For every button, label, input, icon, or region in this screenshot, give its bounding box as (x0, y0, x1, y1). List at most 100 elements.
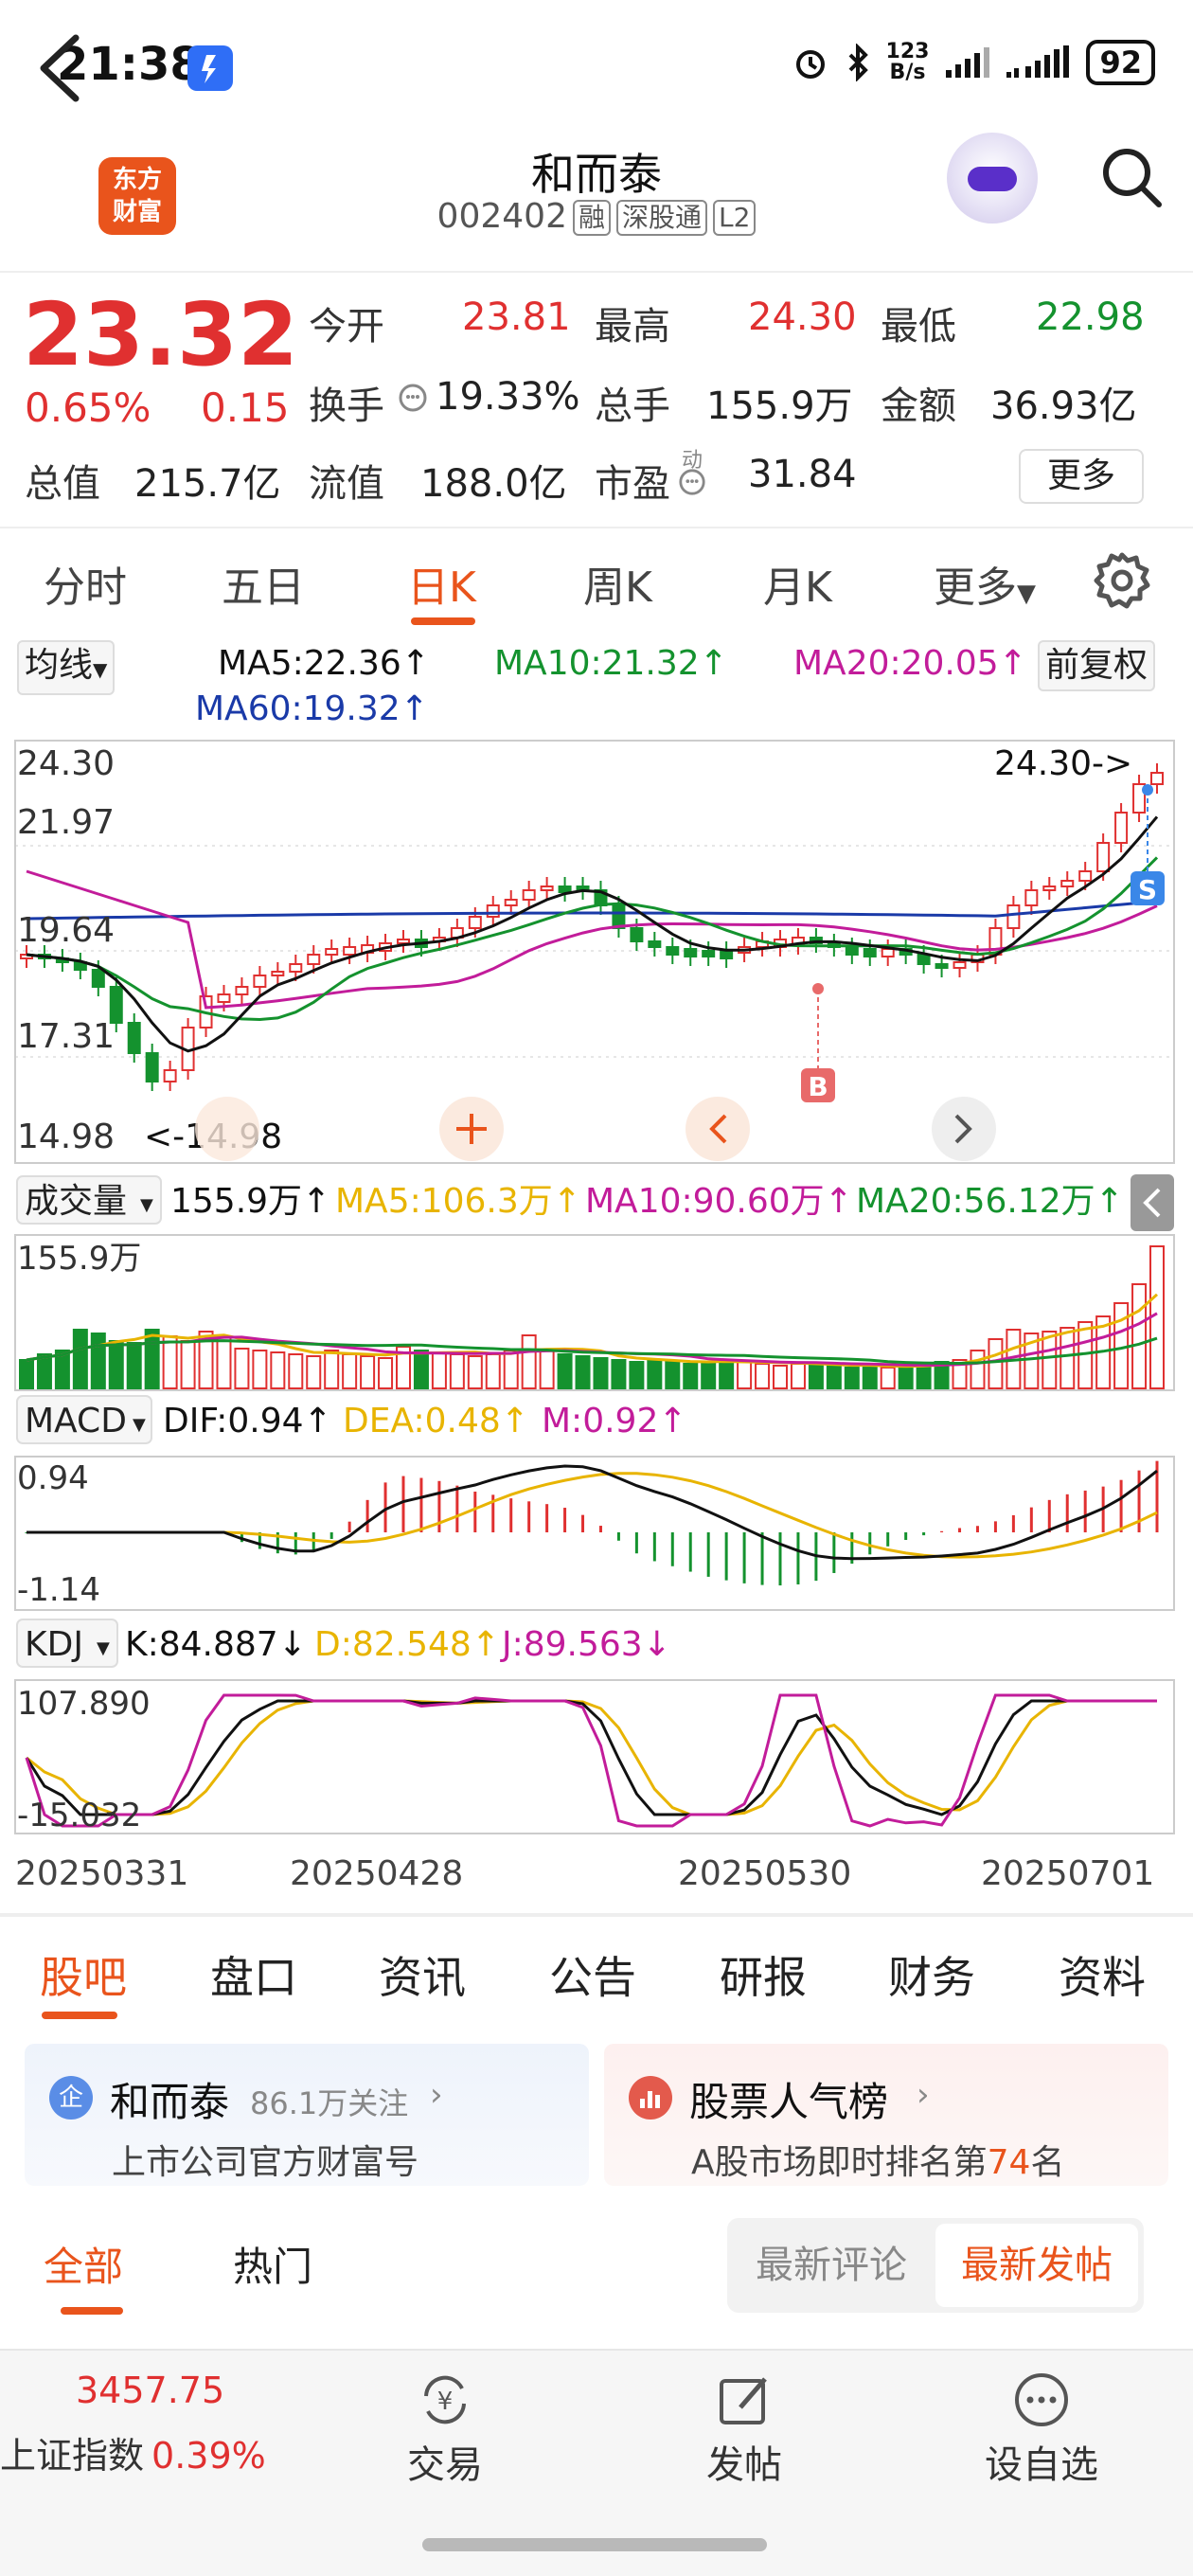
candle (917, 954, 931, 965)
volume-bar (755, 1363, 771, 1389)
macd-axis-min: -1.14 (17, 1571, 100, 1609)
tab-five-day[interactable]: 五日 (222, 553, 305, 614)
high-marker-label: 24.30-> (994, 744, 1132, 783)
volume-bar (647, 1359, 663, 1389)
ma10-value: MA10:21.32↑ (494, 644, 728, 683)
tab-research[interactable]: 研报 (720, 1943, 807, 2006)
kline-chart-panels[interactable]: 24.30 21.97 19.64 17.31 14.98 24.30-> <-… (0, 739, 1193, 1913)
index-value[interactable]: 3457.75 (76, 2370, 224, 2411)
volume-bar (252, 1350, 268, 1389)
active-tab-indicator (411, 617, 475, 625)
tab-intraday[interactable]: 分时 (44, 553, 127, 614)
volume-bar (826, 1365, 842, 1389)
date-label-3: 20250530 (678, 1854, 851, 1893)
tab-monthly-k[interactable]: 月K (763, 553, 832, 614)
low-value: 22.98 (1036, 295, 1145, 339)
price-axis-label-2: 21.97 (17, 803, 115, 842)
candle (1006, 904, 1021, 929)
float-cap-value: 188.0亿 (420, 462, 567, 506)
scroll-right-button[interactable] (932, 1097, 996, 1161)
candle (845, 946, 859, 956)
tab-guba[interactable]: 股吧 (40, 1943, 127, 2006)
candle (343, 946, 357, 956)
tab-daily-k[interactable]: 日K (407, 553, 476, 614)
post-button[interactable]: 发帖 (668, 2370, 820, 2489)
volume-bar (467, 1355, 483, 1389)
home-indicator (422, 2538, 767, 2551)
popularity-ranking-card[interactable]: 股票人气榜 › A股市场即时排名第74名 (604, 2044, 1168, 2186)
volume-bar (808, 1363, 824, 1389)
date-label-1: 20250331 (15, 1854, 188, 1893)
enterprise-badge-icon: 企 (49, 2076, 93, 2120)
price-axis-label-max: 24.30 (17, 744, 115, 783)
tab-weekly-k[interactable]: 周K (583, 553, 652, 614)
candle (1150, 772, 1164, 785)
candle (540, 886, 554, 891)
candle (127, 1022, 141, 1054)
info-smile-icon[interactable] (398, 383, 428, 413)
indicator-selector[interactable]: 均线▼ (17, 640, 116, 695)
volume-bar (970, 1350, 986, 1389)
price-axis-label-3: 19.64 (17, 911, 115, 950)
svg-text:¥: ¥ (437, 2388, 454, 2416)
high-label: 最高 (595, 305, 670, 349)
volume-bar (719, 1359, 735, 1389)
zoom-out-button[interactable] (195, 1097, 259, 1161)
battery-indicator: 92 (1086, 40, 1155, 85)
sort-latest-post[interactable]: 最新发帖 (935, 2224, 1138, 2307)
candle (522, 889, 536, 901)
index-line[interactable]: 上证指数 0.39% (0, 2426, 266, 2478)
company-account-card[interactable]: 企 和而泰 86.1万关注 › 上市公司官方财富号 (25, 2044, 589, 2186)
tab-news[interactable]: 资讯 (379, 1943, 466, 2006)
edit-icon (720, 2377, 767, 2424)
assistant-robot-icon[interactable] (947, 133, 1038, 224)
volume-bar (108, 1340, 124, 1389)
status-icons: 123 B/s 92 (792, 40, 1155, 85)
volume-bar (306, 1355, 322, 1389)
macd-selector-label: MACD (25, 1402, 127, 1440)
ma60-value: MA60:19.32↑ (195, 689, 429, 728)
feed-tab-all[interactable]: 全部 (44, 2235, 123, 2293)
candle (863, 948, 877, 957)
tab-announcements[interactable]: 公告 (549, 1943, 636, 2006)
more-quote-button[interactable]: 更多 (1019, 449, 1144, 504)
volume-bar (90, 1333, 106, 1389)
candle (702, 950, 716, 957)
candle (1024, 889, 1039, 906)
amount-label: 金额 (881, 385, 956, 428)
volume-bar (1131, 1283, 1148, 1389)
tab-financials[interactable]: 财务 (888, 1943, 975, 2006)
tab-more[interactable]: 更多▼ (934, 553, 1036, 614)
volume-value: 155.9万 (706, 385, 853, 428)
amount-value: 36.93亿 (990, 385, 1137, 428)
float-cap-label: 流值 (309, 462, 384, 506)
gear-icon[interactable] (1089, 547, 1155, 614)
add-watchlist-button[interactable]: 设自选 (966, 2370, 1117, 2489)
volume-bar (737, 1361, 753, 1389)
scroll-left-button[interactable] (686, 1097, 750, 1161)
triangle-down-icon: ▼ (93, 658, 108, 681)
feed-tab-hot[interactable]: 热门 (233, 2235, 312, 2293)
trade-button[interactable]: ¥ 交易 (369, 2370, 521, 2489)
ma5-value: MA5:22.36↑ (218, 644, 430, 683)
info-smile-icon[interactable] (678, 468, 706, 496)
kdj-axis-min: -15.032 (17, 1797, 141, 1834)
tab-order-book[interactable]: 盘口 (210, 1943, 297, 2006)
collapse-panel-button[interactable] (1131, 1174, 1174, 1231)
search-icon[interactable] (1098, 144, 1165, 210)
ranking-chart-icon (629, 2076, 672, 2120)
company-subtitle: 上市公司官方财富号 (112, 2143, 419, 2182)
volume-bar (378, 1357, 394, 1389)
volume-bar (593, 1357, 609, 1389)
notification-app-icon (187, 45, 233, 91)
adjust-button[interactable]: 前复权 (1038, 640, 1156, 691)
tab-profile[interactable]: 资料 (1059, 1943, 1146, 2006)
high-value: 24.30 (748, 295, 857, 339)
volume-bar (360, 1355, 376, 1389)
sort-latest-comment[interactable]: 最新评论 (727, 2218, 935, 2313)
volume-ma5: MA5:106.3万↑ (335, 1182, 581, 1221)
kdj-j: J:89.563↓ (500, 1625, 671, 1664)
turnover-label: 换手 (309, 385, 384, 428)
back-arrow-icon[interactable] (28, 28, 95, 108)
volume-bar (288, 1353, 304, 1389)
